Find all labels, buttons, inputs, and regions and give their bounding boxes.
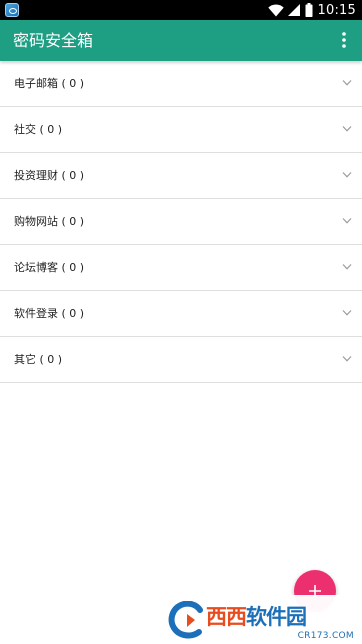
category-label: 购物网站 ( 0 ) — [14, 215, 85, 228]
chevron-down-icon — [342, 356, 352, 362]
watermark-text: 西西软件园 — [206, 601, 307, 631]
category-label: 软件登录 ( 0 ) — [14, 307, 85, 320]
category-label: 其它 ( 0 ) — [14, 353, 63, 366]
wifi-icon — [267, 3, 284, 17]
category-row-shopping[interactable]: 购物网站 ( 0 ) — [0, 199, 362, 245]
watermark-text-a: 西西 — [206, 605, 247, 629]
chevron-down-icon — [342, 80, 352, 86]
category-row-email[interactable]: 电子邮箱 ( 0 ) — [0, 61, 362, 107]
app-title: 密码安全箱 — [13, 31, 94, 50]
chevron-down-icon — [342, 126, 352, 132]
signal-icon — [287, 4, 300, 16]
category-row-investment[interactable]: 投资理财 ( 0 ) — [0, 153, 362, 199]
category-label: 论坛博客 ( 0 ) — [14, 261, 85, 274]
chevron-down-icon — [342, 310, 352, 316]
category-label: 电子邮箱 ( 0 ) — [14, 77, 85, 90]
overflow-menu-button[interactable] — [332, 28, 356, 52]
battery-icon — [305, 3, 313, 17]
status-indicators: 10:15 — [267, 0, 356, 20]
category-row-software[interactable]: 软件登录 ( 0 ) — [0, 291, 362, 337]
status-time: 10:15 — [317, 2, 356, 18]
watermark-text-b: 软件园 — [246, 605, 307, 629]
category-label: 社交 ( 0 ) — [14, 123, 63, 136]
watermark-logo: 西西软件园 CR173.COM — [161, 595, 362, 644]
chevron-down-icon — [342, 172, 352, 178]
chevron-down-icon — [342, 264, 352, 270]
app-bar: 密码安全箱 — [0, 20, 362, 61]
cr173-logo-icon — [168, 601, 203, 639]
watermark-url: CR173.COM — [297, 631, 354, 641]
category-row-social[interactable]: 社交 ( 0 ) — [0, 107, 362, 153]
app-notification-icon — [5, 3, 19, 17]
category-label: 投资理财 ( 0 ) — [14, 169, 85, 182]
overflow-menu-icon — [342, 32, 346, 48]
chevron-down-icon — [342, 218, 352, 224]
status-bar: 10:15 — [0, 0, 362, 20]
category-row-other[interactable]: 其它 ( 0 ) — [0, 337, 362, 383]
category-list: 电子邮箱 ( 0 ) 社交 ( 0 ) 投资理财 ( 0 ) 购物网站 ( 0 … — [0, 61, 362, 383]
category-row-forum[interactable]: 论坛博客 ( 0 ) — [0, 245, 362, 291]
